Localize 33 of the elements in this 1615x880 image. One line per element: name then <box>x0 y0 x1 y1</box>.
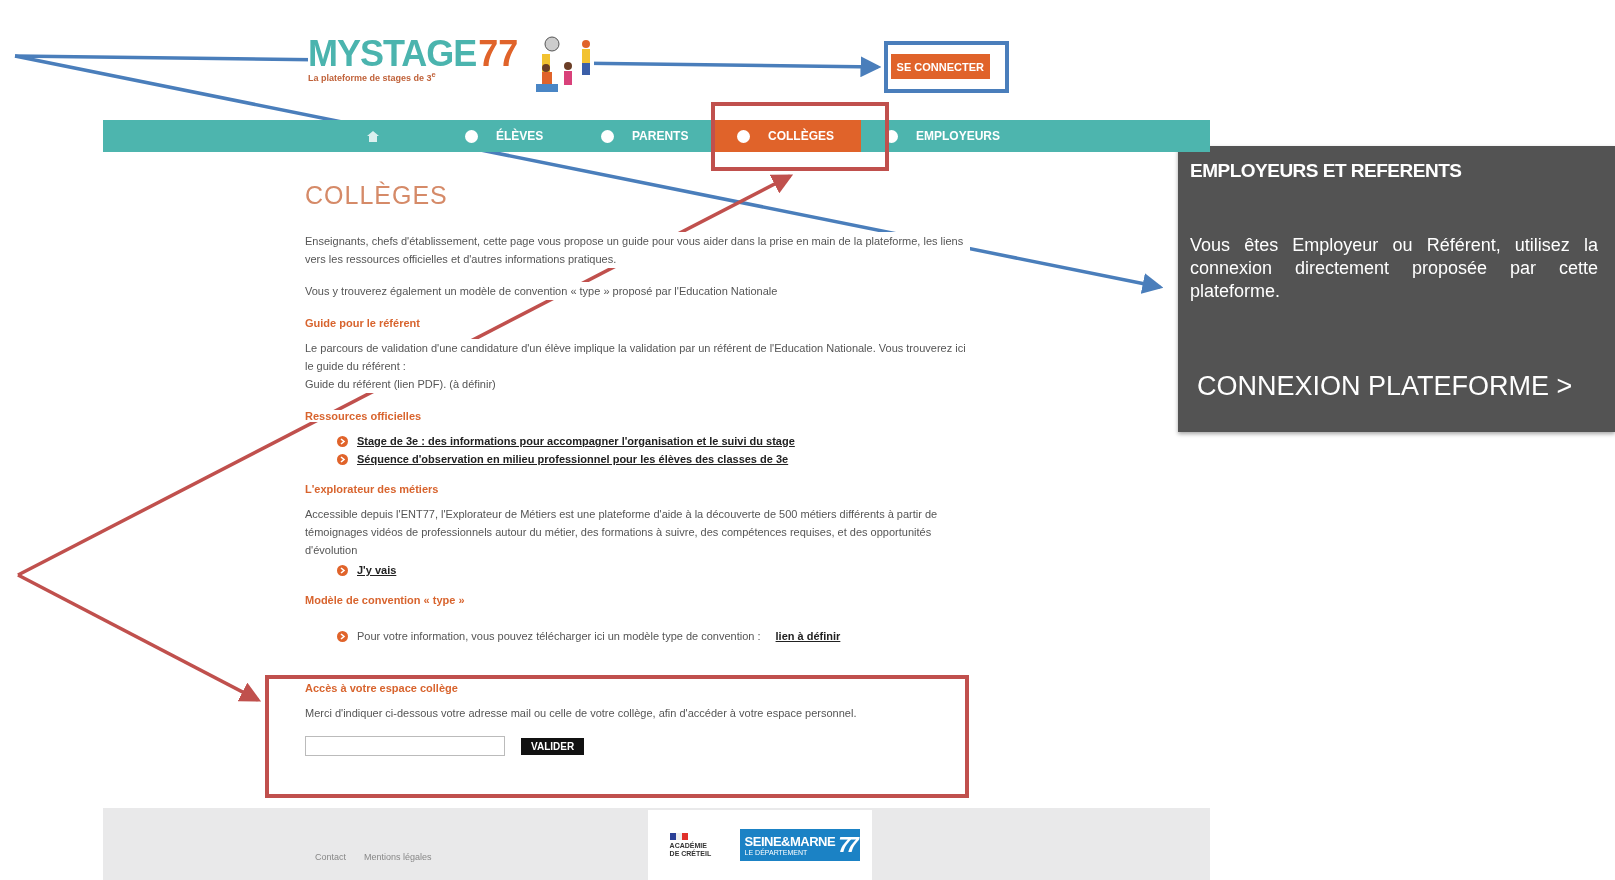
validate-button[interactable]: VALIDER <box>521 737 585 755</box>
bullet-arrow-icon <box>337 435 348 447</box>
nav-tab[interactable]: ÉLÈVES <box>441 120 577 152</box>
logo-wordmark: MYSTAGE <box>308 36 477 72</box>
paragraph-text: Guide du référent (lien PDF). (à définir) <box>305 375 496 393</box>
nav-tab[interactable]: PARENTS <box>577 120 713 152</box>
bullet-arrow-icon <box>337 564 348 576</box>
circle-icon <box>737 129 750 143</box>
section-heading: Accès à votre espace collège <box>305 681 459 696</box>
bullet-arrow-icon <box>337 453 348 465</box>
flag-icon <box>669 832 688 840</box>
callout-text: Vous êtes Employeur ou Référent, utilisez la connexion directement proposée par cette plateforme. <box>1190 234 1598 303</box>
nav-tab[interactable]: COLLÈGES <box>713 120 861 152</box>
section-heading: Ressources officielles <box>305 410 422 422</box>
footer-link[interactable]: Contact <box>315 852 347 862</box>
callout-title: EMPLOYEURS ET REFERENTS <box>1190 160 1463 182</box>
logo-number: 77 <box>478 36 519 72</box>
paragraph-text: Merci d'indiquer ci-dessous votre adresse mail ou celle de votre collège, afin d'accéder à votre espace personnel. <box>305 706 858 721</box>
platform-link[interactable]: CONNEXION PLATEFORME > <box>1197 371 1573 402</box>
paragraph-text: Enseignants, chefs d'établissement, cette page vous propose un guide pour vous aider dans la prise en main de la plateforme, les liens vers les ressources officielles et d'autres informations pratiques. <box>305 232 970 268</box>
paragraph-text: Vous y trouverez également un modèle de convention « type » proposé par l'Education Nationale <box>305 282 778 300</box>
email-input-field[interactable] <box>305 736 505 756</box>
nav-tab[interactable]: EMPLOYEURS <box>861 120 1024 152</box>
section-heading: Modèle de convention « type » <box>305 594 465 606</box>
login-button[interactable]: SE CONNECTER <box>890 54 990 79</box>
home-icon[interactable] <box>367 130 379 142</box>
circle-icon <box>465 129 478 143</box>
footer-link[interactable]: Mentions légales <box>364 852 432 862</box>
section-heading: Guide pour le référent <box>305 317 420 329</box>
circle-icon <box>601 129 614 143</box>
bullet-arrow-icon <box>337 630 348 642</box>
logo-tagline: La plateforme de stages de 3$^{e}$ <box>308 70 437 83</box>
section-heading: L'explorateur des métiers <box>305 483 439 495</box>
